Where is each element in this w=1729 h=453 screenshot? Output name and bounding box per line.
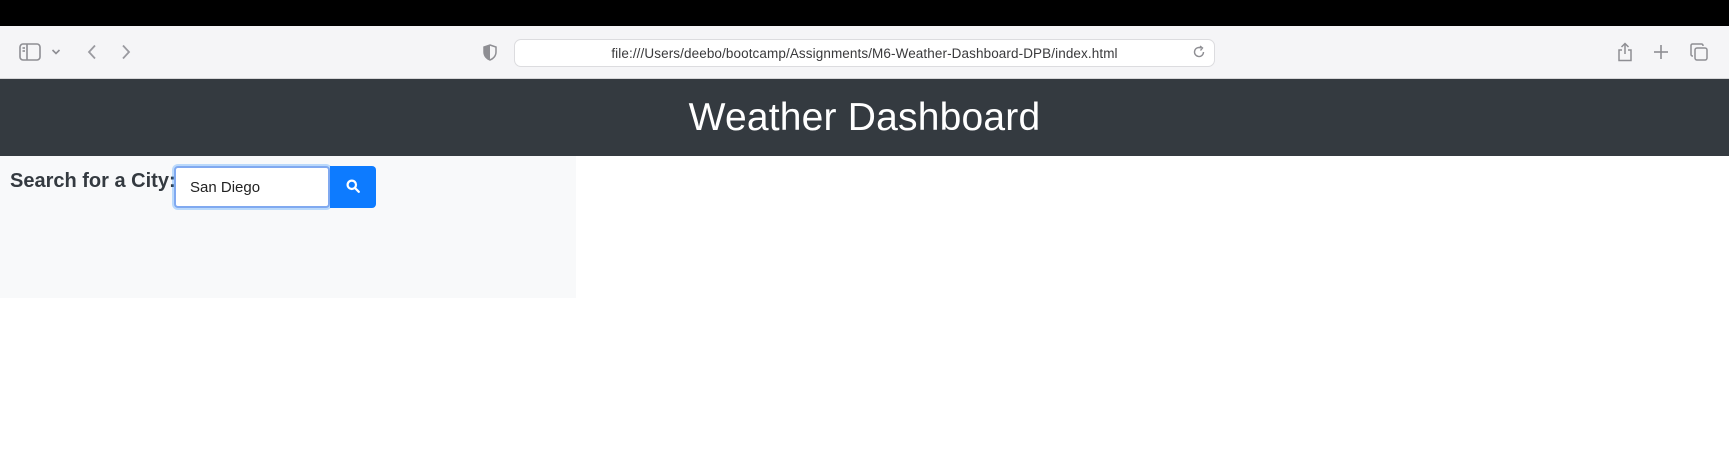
search-icon <box>346 179 360 196</box>
browser-toolbar: file:///Users/deebo/bootcamp/Assignments… <box>0 26 1729 79</box>
sidebar-toggle-icon[interactable] <box>18 41 42 63</box>
address-bar[interactable]: file:///Users/deebo/bootcamp/Assignments… <box>514 39 1215 67</box>
tab-overview-icon[interactable] <box>1688 39 1710 65</box>
page-content: Weather Dashboard Search for a City: <box>0 79 1729 453</box>
reload-icon[interactable] <box>1192 45 1208 61</box>
url-text: file:///Users/deebo/bootcamp/Assignments… <box>611 45 1118 61</box>
forward-arrow-icon[interactable] <box>116 40 136 64</box>
chevron-down-icon[interactable] <box>48 41 64 63</box>
share-icon[interactable] <box>1614 39 1636 65</box>
screen-top-bar <box>0 0 1729 26</box>
privacy-shield-icon[interactable] <box>480 41 500 63</box>
back-arrow-icon[interactable] <box>82 40 102 64</box>
city-search-input[interactable] <box>174 166 330 208</box>
page-header: Weather Dashboard <box>0 79 1729 156</box>
search-panel: Search for a City: <box>0 156 576 298</box>
search-label: Search for a City: <box>10 170 176 192</box>
search-button[interactable] <box>330 166 376 208</box>
plus-icon[interactable] <box>1650 39 1672 65</box>
page-title: Weather Dashboard <box>688 95 1041 139</box>
